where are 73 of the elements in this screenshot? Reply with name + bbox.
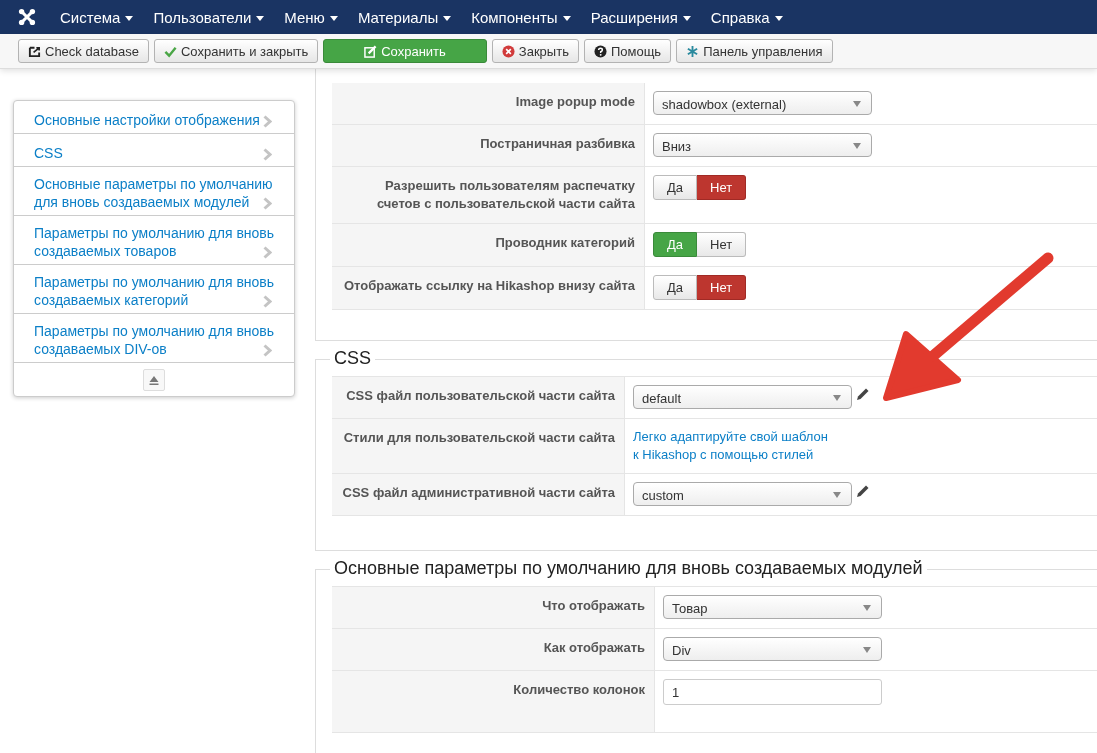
dropdown-select[interactable]: default	[633, 385, 852, 409]
pencil-icon[interactable]	[856, 484, 870, 498]
sidebar-link[interactable]: Основные параметры по умолчанию для вновь создаваемых модулей	[14, 167, 294, 216]
menu-item[interactable]: Меню	[274, 0, 348, 34]
caret-icon	[329, 16, 338, 22]
dropdown-arrow-icon	[863, 605, 871, 611]
dropdown-arrow-icon	[853, 101, 861, 107]
toolbar-button[interactable]: Помощь	[583, 39, 672, 63]
sidebar-link[interactable]: Параметры по умолчанию для вновь создаваемых товаров	[14, 216, 294, 265]
caret-icon	[682, 16, 691, 22]
field-label: Проводник категорий	[495, 235, 635, 250]
menu-item[interactable]: Материалы	[347, 0, 462, 34]
field-label: Стили для пользовательской части сайта	[343, 430, 615, 445]
close-icon	[501, 44, 515, 58]
chevron-right-icon	[263, 197, 272, 210]
asterisk-icon	[686, 44, 700, 58]
chevron-right-icon	[263, 148, 272, 161]
sidebar-link[interactable]: Параметры по умолчанию для вновь создаваемых категорий	[14, 265, 294, 314]
eject-icon	[149, 374, 159, 386]
check-icon	[163, 44, 177, 58]
caret-icon	[125, 16, 134, 22]
menu-item[interactable]: Пользователи	[143, 0, 275, 34]
field-label: CSS файл административной части сайта	[342, 485, 615, 500]
help-icon	[593, 44, 607, 58]
caret-icon	[256, 16, 265, 22]
collapse-button[interactable]	[143, 369, 165, 391]
toggle-option[interactable]: Нет	[697, 275, 747, 300]
section-title: Основные параметры по умолчанию для вновь создаваемых модулей	[330, 558, 927, 578]
toggle-option[interactable]: Нет	[697, 232, 747, 257]
field-label: Отображать ссылку на Hikashop внизу сайта	[343, 278, 635, 293]
menu-item[interactable]: Компоненты	[461, 0, 581, 34]
pencil-icon[interactable]	[856, 387, 870, 401]
styles-link[interactable]: Легко адаптируйте свой шаблон	[633, 428, 828, 446]
sidebar-link[interactable]: Основные настройки отображения	[14, 101, 294, 134]
caret-icon	[562, 16, 571, 22]
dropdown-select[interactable]: custom	[633, 482, 852, 506]
dropdown-arrow-icon	[863, 647, 871, 653]
toggle-option[interactable]: Да	[653, 275, 698, 300]
caret-icon	[443, 16, 452, 22]
sidebar-link[interactable]: CSS	[14, 134, 294, 167]
menu-item[interactable]: Система	[50, 0, 144, 34]
dropdown-select[interactable]: Вниз	[653, 133, 872, 157]
sidebar-link[interactable]: Параметры по умолчанию для вновь создаваемых DIV-ов	[14, 314, 294, 363]
menu-item[interactable]: Расширения	[580, 0, 701, 34]
caret-icon	[774, 16, 783, 22]
menu-item[interactable]: Справка	[700, 0, 793, 34]
field-label: Количество колонок	[513, 682, 645, 697]
chevron-right-icon	[263, 344, 272, 357]
dropdown-select[interactable]: Div	[663, 637, 882, 661]
toolbar-button[interactable]: Check database	[18, 39, 149, 63]
field-label: Постраничная разбивка	[480, 136, 635, 151]
chevron-right-icon	[263, 246, 272, 259]
toggle-option[interactable]: Да	[653, 175, 698, 200]
dropdown-arrow-icon	[833, 395, 841, 401]
chevron-right-icon	[263, 115, 272, 128]
input-field[interactable]: 1	[663, 679, 882, 705]
edit-icon	[364, 44, 378, 58]
dropdown-arrow-icon	[853, 143, 861, 149]
field-label: Image popup mode	[515, 94, 635, 109]
toolbar-button[interactable]: Закрыть	[491, 39, 579, 63]
chevron-right-icon	[263, 295, 272, 308]
field-label: Разрешить пользователям распечатку счетов с пользовательской части сайта	[376, 178, 635, 211]
field-label: Что отображать	[542, 598, 645, 613]
toolbar-button[interactable]: Сохранить и закрыть	[153, 39, 319, 63]
field-label: Как отображать	[543, 640, 645, 655]
toggle-option[interactable]: Нет	[697, 175, 747, 200]
toolbar-button[interactable]: Панель управления	[676, 39, 833, 63]
dropdown-arrow-icon	[833, 492, 841, 498]
dropdown-select[interactable]: shadowbox (external)	[653, 91, 872, 115]
joomla-logo-icon[interactable]	[18, 8, 36, 26]
field-label: CSS файл пользовательской части сайта	[346, 388, 615, 403]
dropdown-select[interactable]: Товар	[663, 595, 882, 619]
styles-link[interactable]: к Hikashop с помощью стилей	[633, 446, 814, 464]
